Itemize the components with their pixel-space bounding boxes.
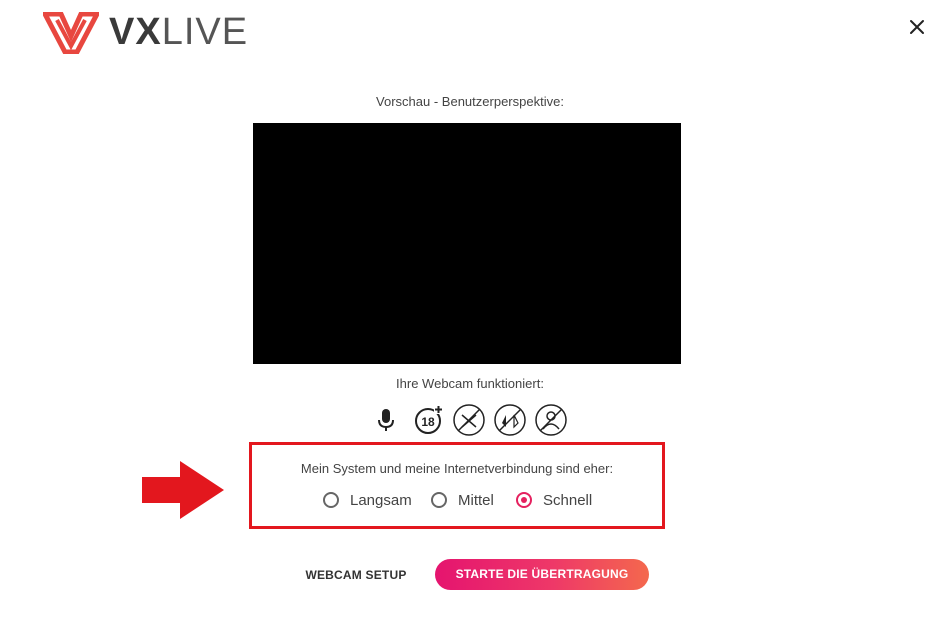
disabled-user-icon[interactable] bbox=[534, 403, 568, 437]
logo-text-thin: LIVE bbox=[161, 11, 249, 53]
disabled-flip-icon[interactable] bbox=[493, 403, 527, 437]
start-broadcast-button[interactable]: STARTE DIE ÜBERTRAGUNG bbox=[435, 559, 649, 590]
logo-text-bold: VX bbox=[109, 11, 162, 53]
speed-radio-langsam[interactable] bbox=[323, 492, 339, 508]
speed-option-schnell[interactable]: Schnell bbox=[516, 489, 592, 511]
webcam-icon-row: 18 bbox=[370, 403, 570, 437]
svg-text:18: 18 bbox=[421, 415, 435, 429]
speed-option-label: Schnell bbox=[543, 491, 593, 509]
preview-label: Vorschau - Benutzerperspektive: bbox=[376, 94, 564, 109]
webcam-setup-button[interactable]: WEBCAM SETUP bbox=[296, 560, 416, 590]
speed-radio-schnell[interactable] bbox=[516, 492, 532, 508]
webcam-status-label: Ihre Webcam funktioniert: bbox=[396, 376, 544, 391]
red-arrow-icon bbox=[140, 459, 226, 526]
age-18-plus-icon[interactable]: 18 bbox=[411, 403, 445, 437]
speed-radio-mittel[interactable] bbox=[431, 492, 447, 508]
speed-option-mittel[interactable]: Mittel bbox=[431, 489, 494, 511]
disabled-crossed-icon[interactable] bbox=[452, 403, 486, 437]
speed-option-langsam[interactable]: Langsam bbox=[323, 489, 412, 511]
microphone-icon[interactable] bbox=[370, 403, 404, 437]
connection-speed-label: Mein System und meine Internetverbindung… bbox=[300, 461, 614, 476]
vxlive-logo: VXLIVE bbox=[43, 10, 248, 55]
close-button[interactable] bbox=[904, 14, 930, 40]
connection-speed-box: Mein System und meine Internetverbindung… bbox=[249, 442, 665, 529]
speed-option-label: Langsam bbox=[350, 491, 412, 509]
vx-logo-mark-icon bbox=[43, 11, 99, 54]
logo-text: VXLIVE bbox=[109, 10, 248, 55]
speed-option-label: Mittel bbox=[458, 491, 494, 509]
close-icon bbox=[910, 20, 924, 34]
webcam-preview bbox=[253, 123, 681, 364]
